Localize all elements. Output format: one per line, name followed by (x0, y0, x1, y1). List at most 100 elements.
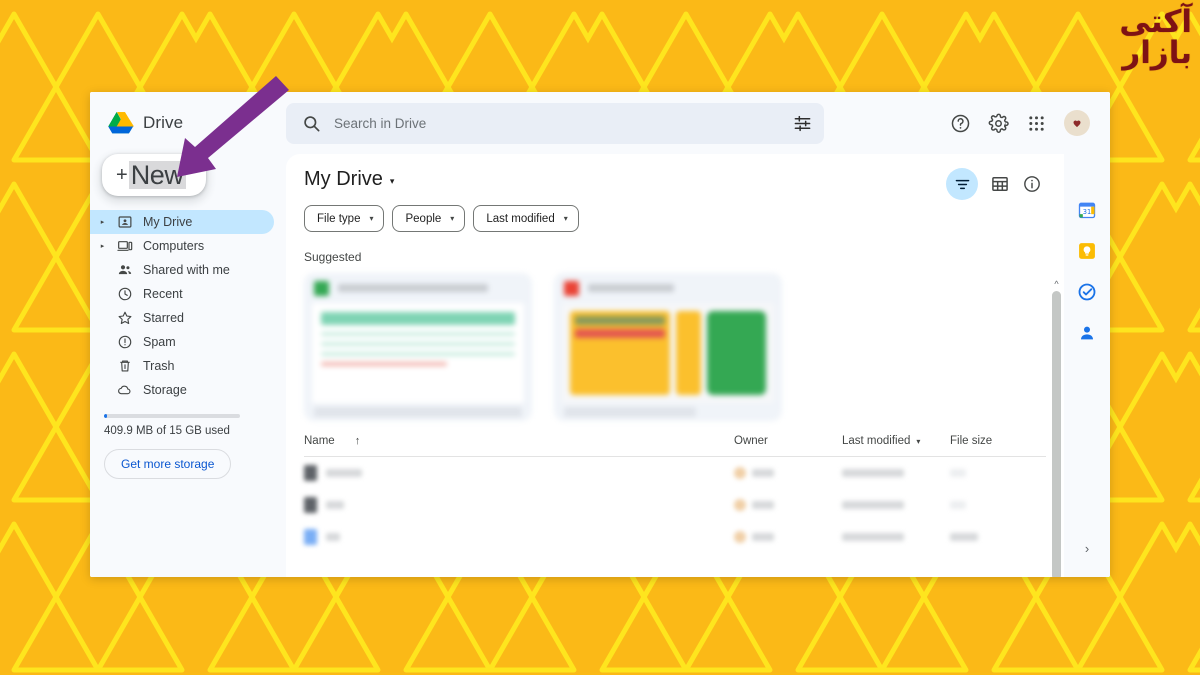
sidebar-item-storage[interactable]: Storage (90, 378, 274, 402)
chevron-down-icon: ▾ (563, 214, 568, 223)
google-keep-icon[interactable] (1077, 241, 1097, 261)
google-tasks-icon[interactable] (1077, 282, 1097, 302)
sidebar-item-label: Starred (143, 311, 184, 325)
grid-view-icon[interactable] (990, 174, 1010, 194)
watermark-text: آکتی بازار (1119, 4, 1193, 71)
star-icon (118, 311, 132, 325)
row-owner-cell (734, 531, 842, 543)
size-blurred (950, 501, 966, 509)
chevron-down-icon: ▾ (369, 214, 374, 223)
scrollbar[interactable]: ^ (1051, 280, 1062, 577)
owner-avatar (734, 467, 746, 479)
google-contacts-icon[interactable] (1077, 323, 1097, 343)
sidebar-item-label: Recent (143, 287, 183, 301)
sidebar-item-shared-with-me[interactable]: Shared with me (90, 258, 274, 282)
avatar[interactable] (1064, 110, 1090, 136)
sidebar-item-label: Storage (143, 383, 187, 397)
row-modified-cell (842, 501, 950, 509)
column-owner[interactable]: Owner (734, 435, 842, 447)
sidebar: + New ▸ My Drive ▸ Computers Shared with… (90, 154, 286, 577)
card-title-blurred (338, 284, 488, 292)
card-title-blurred (588, 284, 674, 292)
column-header-last-modified: Last modified (842, 435, 911, 447)
column-name[interactable]: Name ↑ (304, 435, 734, 447)
row-name-blurred (326, 469, 362, 477)
file-list: Name ↑ Owner Last modified ▾ File size (304, 435, 1046, 553)
drive-brand[interactable]: Drive (108, 111, 286, 135)
chevron-down-icon: ▾ (916, 436, 921, 446)
drive-header: Drive (90, 92, 1110, 154)
column-file-size[interactable]: File size (950, 435, 1046, 447)
google-drive-logo (108, 111, 134, 133)
suggested-card[interactable] (304, 273, 532, 421)
chevron-right-icon[interactable]: ▸ (98, 243, 107, 250)
scroll-up-arrow-icon[interactable]: ^ (1054, 280, 1058, 289)
card-header (304, 273, 532, 303)
storage-section: 409.9 MB of 15 GB used Get more storage (104, 414, 254, 479)
column-last-modified[interactable]: Last modified ▾ (842, 435, 950, 447)
row-name-cell (304, 497, 734, 513)
info-icon[interactable] (1022, 174, 1042, 194)
sidebar-item-spam[interactable]: Spam (90, 330, 274, 354)
owner-name-blurred (752, 533, 774, 541)
file-type-icon (304, 465, 317, 481)
search-bar[interactable] (286, 102, 824, 144)
sidebar-item-starred[interactable]: Starred (90, 306, 274, 330)
table-row[interactable] (304, 457, 1046, 489)
chevron-right-icon[interactable]: ▸ (98, 219, 107, 226)
clock-icon (118, 287, 132, 301)
sort-ascending-icon[interactable]: ↑ (355, 435, 361, 447)
chip-people[interactable]: People ▾ (392, 205, 466, 232)
tune-icon[interactable] (793, 114, 812, 133)
card-header (554, 273, 782, 303)
table-row[interactable] (304, 489, 1046, 521)
card-thumbnail (312, 303, 524, 403)
google-calendar-icon[interactable]: 31 (1077, 200, 1097, 220)
file-type-icon (304, 497, 317, 513)
sidebar-item-my-drive[interactable]: ▸ My Drive (90, 210, 274, 234)
new-button[interactable]: + New (102, 154, 206, 196)
row-size-cell (950, 469, 1046, 477)
chip-file-type[interactable]: File type ▾ (304, 205, 385, 232)
scrollbar-thumb[interactable] (1052, 291, 1061, 577)
chip-last-modified[interactable]: Last modified ▾ (473, 205, 579, 232)
get-more-storage-button[interactable]: Get more storage (104, 449, 232, 479)
my-drive-icon (118, 216, 132, 228)
apps-grid-icon[interactable] (1026, 113, 1047, 134)
chip-label: Last modified (486, 212, 555, 225)
expand-panel-chevron-icon[interactable]: › (1085, 542, 1089, 555)
owner-name-blurred (752, 469, 774, 477)
row-size-cell (950, 533, 1046, 541)
sidebar-item-trash[interactable]: Trash (90, 354, 274, 378)
card-footer-blurred (564, 407, 697, 417)
row-size-cell (950, 501, 1046, 509)
row-name-blurred (326, 501, 344, 509)
sidebar-item-computers[interactable]: ▸ Computers (90, 234, 274, 258)
row-name-blurred (326, 533, 340, 541)
size-blurred (950, 533, 978, 541)
drive-brand-text: Drive (143, 113, 184, 132)
table-row[interactable] (304, 521, 1046, 553)
new-button-label: New (128, 159, 186, 190)
avatar-glyph (1073, 120, 1081, 128)
size-blurred (950, 469, 966, 477)
row-owner-cell (734, 499, 842, 511)
gear-icon[interactable] (988, 113, 1009, 134)
row-modified-cell (842, 533, 950, 541)
chevron-down-icon: ▾ (450, 214, 455, 223)
sidebar-item-recent[interactable]: Recent (90, 282, 274, 306)
help-circle-icon[interactable] (950, 113, 971, 134)
google-drive-window: Drive Search in Drive + New ▸ My Drive ▸… (90, 92, 1110, 577)
storage-usage-text: 409.9 MB of 15 GB used (104, 425, 230, 437)
storage-progress-fill (104, 414, 107, 418)
storage-progress-bar (104, 414, 240, 418)
cloud-icon (118, 385, 131, 395)
chip-label: File type (317, 212, 361, 225)
sidebar-item-label: Computers (143, 239, 205, 253)
page-title[interactable]: My Drive ▾ (304, 168, 394, 191)
filter-active-icon[interactable] (946, 168, 978, 200)
chevron-down-icon[interactable]: ▾ (390, 176, 395, 187)
card-thumbnail (562, 303, 774, 403)
search-input[interactable] (334, 115, 780, 131)
suggested-card[interactable] (554, 273, 782, 421)
